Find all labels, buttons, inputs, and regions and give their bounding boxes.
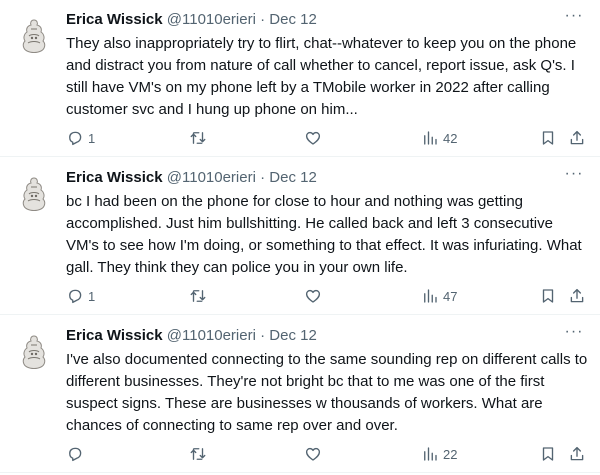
share-icon: [570, 446, 584, 461]
tweet[interactable]: Erica Wissick @11010erieri · Dec 12 ··· …: [0, 158, 600, 315]
retweet-button[interactable]: [189, 128, 211, 148]
avatar[interactable]: [14, 16, 54, 56]
view-count: 47: [443, 288, 458, 304]
share-button[interactable]: [568, 286, 586, 306]
author-name[interactable]: Erica Wissick: [66, 327, 163, 344]
reply-icon: [69, 131, 82, 146]
action-bar: 1 42: [66, 128, 588, 148]
author-handle[interactable]: @11010erieri: [167, 327, 256, 344]
separator: ·: [260, 169, 266, 186]
like-button[interactable]: [304, 128, 326, 148]
tweet-thread: Erica Wissick @11010erieri · Dec 12 ··· …: [0, 0, 600, 475]
avatar[interactable]: [14, 332, 54, 372]
author-name[interactable]: Erica Wissick: [66, 169, 163, 186]
retweet-icon: [190, 448, 206, 460]
avatar[interactable]: [14, 174, 54, 214]
retweet-icon: [190, 290, 206, 302]
author-name[interactable]: Erica Wissick: [66, 11, 163, 28]
action-bar: 1 47: [66, 286, 588, 306]
reply-count: 1: [88, 130, 96, 146]
tweet-date[interactable]: Dec 12: [269, 169, 317, 186]
bookmark-icon: [542, 447, 554, 461]
tweet-header: Erica Wissick @11010erieri · Dec 12: [66, 326, 560, 346]
author-handle[interactable]: @11010erieri: [167, 169, 256, 186]
action-bar: 22: [66, 444, 588, 464]
tweet-date[interactable]: Dec 12: [269, 327, 317, 344]
tweet[interactable]: Erica Wissick @11010erieri · Dec 12 ··· …: [0, 0, 600, 157]
retweet-button[interactable]: [189, 286, 211, 306]
more-options-icon[interactable]: ···: [564, 8, 584, 30]
views-icon: [424, 131, 437, 145]
separator: ·: [260, 327, 266, 344]
heart-icon: [305, 289, 321, 303]
share-icon: [570, 288, 584, 303]
reply-button[interactable]: 1: [66, 286, 95, 306]
views-icon: [424, 447, 437, 461]
author-handle[interactable]: @11010erieri: [167, 11, 256, 28]
heart-icon: [305, 131, 321, 145]
share-icon: [570, 130, 584, 145]
heart-icon: [305, 447, 321, 461]
views-icon: [424, 289, 437, 303]
views-button[interactable]: 47: [421, 286, 457, 306]
tweet-text: They also inappropriately try to flirt, …: [66, 35, 577, 118]
view-count: 22: [443, 446, 458, 462]
view-count: 42: [443, 130, 458, 146]
bookmark-button[interactable]: [539, 128, 557, 148]
bookmark-icon: [542, 289, 554, 303]
retweet-button[interactable]: [189, 444, 211, 464]
bookmark-button[interactable]: [539, 286, 557, 306]
tweet-header: Erica Wissick @11010erieri · Dec 12: [66, 168, 560, 188]
reply-icon: [69, 447, 82, 462]
views-button[interactable]: 22: [421, 444, 457, 464]
reply-button[interactable]: 1: [66, 128, 95, 148]
retweet-icon: [190, 132, 206, 144]
tweet[interactable]: Erica Wissick @11010erieri · Dec 12 ··· …: [0, 316, 600, 473]
like-button[interactable]: [304, 444, 326, 464]
more-options-icon[interactable]: ···: [564, 166, 584, 188]
tweet-text: I've also documented connecting to the s…: [66, 351, 588, 434]
tweet-text: bc I had been on the phone for close to …: [66, 193, 582, 276]
bookmark-icon: [542, 131, 554, 145]
share-button[interactable]: [568, 128, 586, 148]
tweet-header: Erica Wissick @11010erieri · Dec 12: [66, 10, 560, 30]
share-button[interactable]: [568, 444, 586, 464]
tweet-date[interactable]: Dec 12: [269, 11, 317, 28]
reply-button[interactable]: [66, 444, 88, 464]
views-button[interactable]: 42: [421, 128, 457, 148]
like-button[interactable]: [304, 286, 326, 306]
bookmark-button[interactable]: [539, 444, 557, 464]
reply-icon: [69, 289, 82, 304]
separator: ·: [260, 11, 266, 28]
reply-count: 1: [88, 288, 96, 304]
more-options-icon[interactable]: ···: [564, 324, 584, 346]
